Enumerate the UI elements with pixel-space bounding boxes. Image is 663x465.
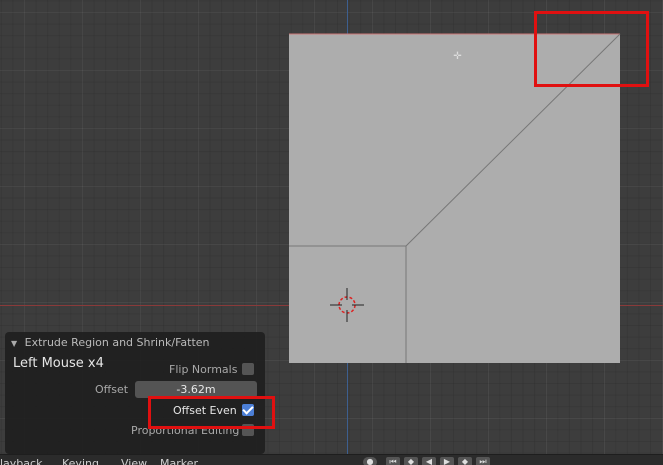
offset-label: Offset [95, 383, 129, 396]
pivot-point-icon: ✛ [453, 51, 462, 62]
timeline-header: layback Keying View Marker ● ⏮ ◆ ◀ ▶ ◆ ⏭ [0, 454, 663, 465]
operator-panel-title: Extrude Region and Shrink/Fatten [24, 336, 210, 349]
annotation-box-offset-even [148, 396, 275, 429]
flip-normals-checkbox[interactable] [242, 363, 254, 375]
operator-panel: ▼ Extrude Region and Shrink/Fatten Left … [5, 332, 265, 454]
annotation-box-corner [534, 11, 649, 87]
last-action-label: Left Mouse x4 [13, 356, 104, 371]
3d-cursor-icon[interactable] [330, 288, 364, 322]
collapse-triangle-icon[interactable]: ▼ [11, 339, 17, 348]
operator-panel-header[interactable]: ▼ Extrude Region and Shrink/Fatten [11, 336, 210, 349]
flip-normals-label: Flip Normals [169, 363, 238, 376]
